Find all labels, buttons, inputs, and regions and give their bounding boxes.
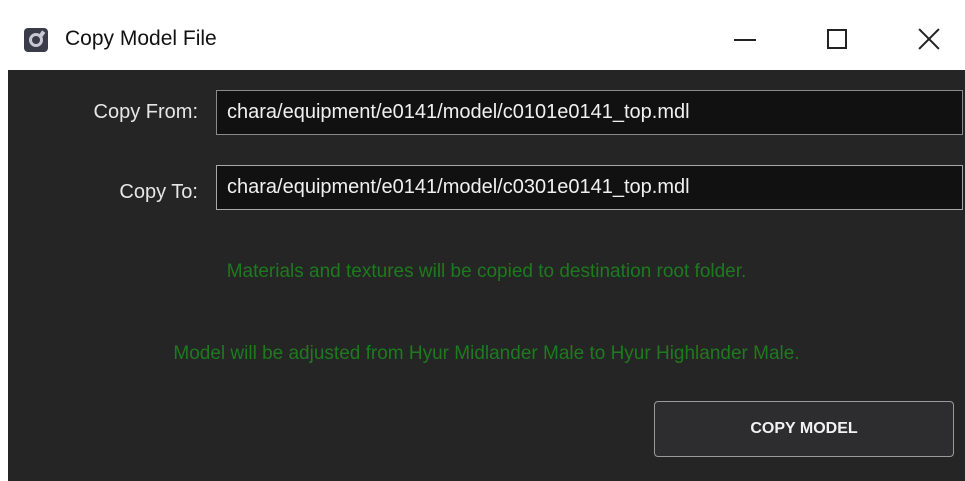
copy-from-input[interactable]: [216, 90, 963, 135]
title-bar: Copy Model File: [8, 8, 965, 70]
copy-to-input[interactable]: [216, 165, 963, 210]
maximize-button[interactable]: [814, 16, 860, 62]
minimize-button[interactable]: [722, 16, 768, 62]
close-button[interactable]: [906, 16, 952, 62]
window-title: Copy Model File: [65, 27, 217, 50]
model-adjust-notice: Model will be adjusted from Hyur Midland…: [173, 343, 800, 364]
copy-from-label: Copy From:: [93, 101, 198, 123]
minimize-icon: [734, 39, 756, 41]
copy-model-button[interactable]: COPY MODEL: [654, 401, 954, 457]
copy-to-label: Copy To:: [119, 181, 198, 203]
close-icon: [917, 27, 941, 51]
maximize-icon: [827, 29, 847, 49]
materials-notice: Materials and textures will be copied to…: [226, 261, 747, 282]
dialog-content: Copy From: Copy To: Materials and textur…: [8, 70, 965, 481]
copy-model-window: Copy Model File Copy From: Copy To: Mate…: [0, 0, 965, 481]
app-ring-icon: [24, 28, 48, 52]
